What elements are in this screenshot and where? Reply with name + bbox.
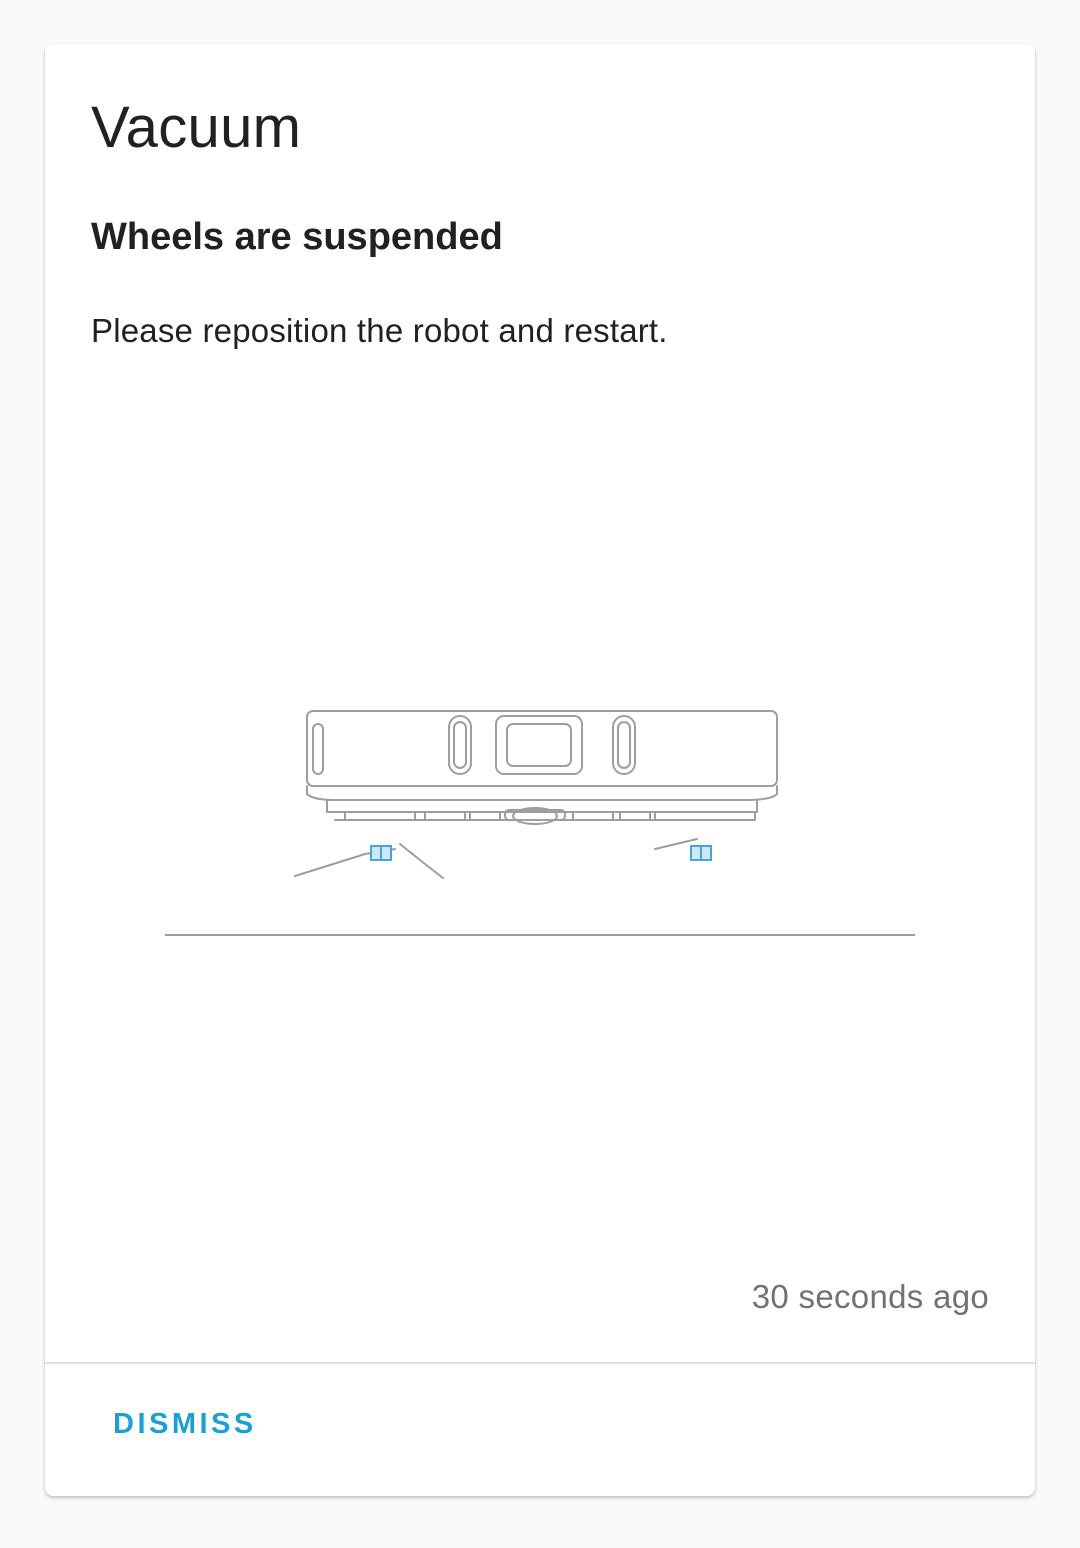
card-title: Vacuum (91, 95, 302, 160)
timestamp: 30 seconds ago (751, 1278, 989, 1315)
robot-vacuum-illustration (165, 710, 915, 936)
dismiss-button[interactable]: DISMISS (95, 1394, 275, 1455)
error-message: Please reposition the robot and restart. (91, 312, 668, 349)
error-subtitle: Wheels are suspended (91, 216, 503, 258)
notification-card: Vacuum Wheels are suspended Please repos… (45, 44, 1035, 1496)
card-actions-divider (45, 1362, 1035, 1364)
